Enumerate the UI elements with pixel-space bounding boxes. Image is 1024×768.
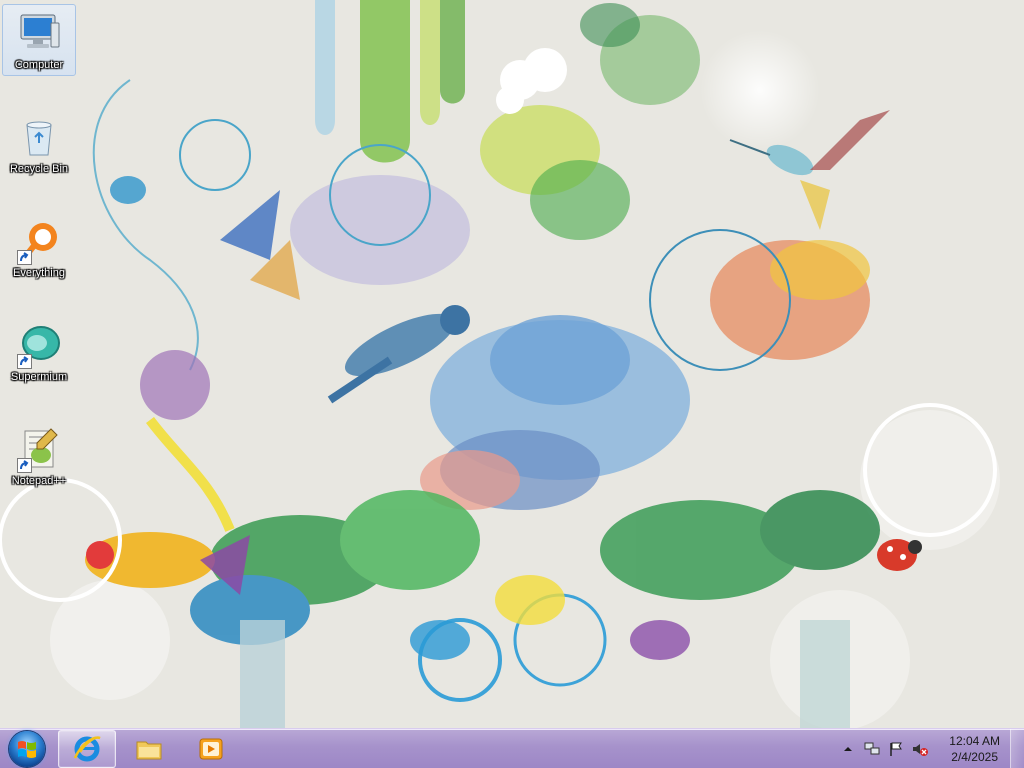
desktop-icon-label: Notepad++ (11, 475, 67, 487)
desktop-icon-computer[interactable]: Computer (2, 4, 76, 76)
taskbar-file-explorer[interactable] (120, 730, 178, 768)
desktop-icon-label: Supermium (10, 371, 68, 383)
desktop-icon-notepadpp[interactable]: Notepad++ (2, 420, 76, 492)
desktop-icon-supermium[interactable]: Supermium (2, 316, 76, 388)
recycle-bin-icon (15, 113, 63, 161)
desktop-wallpaper (0, 0, 1024, 728)
wallpaper-art (0, 0, 1024, 728)
system-clock[interactable]: 12:04 AM 2/4/2025 (949, 733, 1000, 765)
computer-icon (15, 9, 63, 57)
start-button[interactable] (4, 731, 50, 767)
supermium-browser-icon (15, 321, 63, 369)
everything-search-icon (15, 217, 63, 265)
desktop-icon-label: Everything (13, 267, 65, 279)
taskbar-internet-explorer[interactable] (58, 730, 116, 768)
volume-muted-icon[interactable] (911, 740, 929, 758)
taskbar: 12:04 AM 2/4/2025 (0, 728, 1024, 768)
notification-area: 12:04 AM 2/4/2025 (839, 729, 1010, 768)
shortcut-arrow-icon (17, 458, 32, 473)
show-hidden-icons-arrow-icon[interactable] (839, 740, 857, 758)
shortcut-arrow-icon (17, 354, 32, 369)
notepadpp-icon (15, 425, 63, 473)
media-player-icon (199, 738, 223, 760)
network-icon[interactable] (863, 740, 881, 758)
desktop-icon-label: Computer (14, 59, 64, 71)
clock-date: 2/4/2025 (951, 750, 998, 764)
desktop-icon-label: Recycle Bin (9, 163, 69, 175)
clock-time: 12:04 AM (949, 734, 1000, 748)
desktop-icon-everything[interactable]: Everything (2, 212, 76, 284)
desktop-icon-recycle-bin[interactable]: Recycle Bin (2, 108, 76, 180)
file-explorer-icon (136, 741, 162, 760)
show-desktop-button[interactable] (1010, 729, 1024, 768)
windows-start-orb-icon (9, 731, 45, 767)
action-center-flag-icon[interactable] (887, 740, 905, 758)
shortcut-arrow-icon (17, 250, 32, 265)
taskbar-media-player[interactable] (182, 730, 240, 768)
internet-explorer-icon (73, 736, 101, 762)
